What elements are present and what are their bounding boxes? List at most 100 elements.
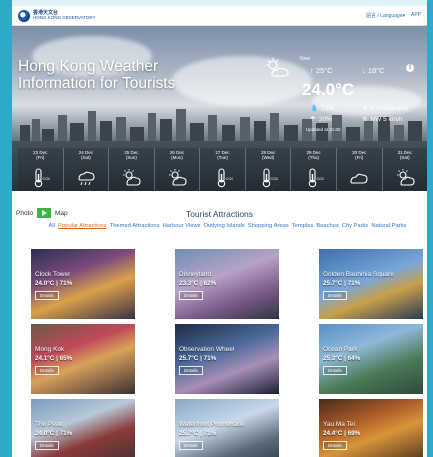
attraction-card[interactable]: Observation Wheel 25.7°C | 71% Details [175, 324, 279, 394]
wind-reading: ≋ NW 5 km/h [362, 115, 403, 124]
attraction-weather: 24.0°C | 71% [35, 280, 73, 287]
attraction-card[interactable]: Yau Ma Tei 24.4°C | 69% Details [319, 399, 423, 457]
attraction-weather: 24.4°C | 69% [323, 430, 361, 437]
forecast-temperature: 19-22°C [155, 190, 200, 191]
filter-link[interactable]: Natural Parks [371, 223, 406, 229]
observatory-logo[interactable]: 香港天文台 HONG KONG OBSERVATORY [18, 9, 96, 22]
attraction-card[interactable]: Disneyland 23.3°C | 62% Details [175, 249, 279, 319]
forecast-date: 23 Dec (Fri) [33, 150, 48, 160]
filter-link[interactable]: Shopping Areas [248, 223, 289, 229]
forecast-date: 28 Dec (Wed) [260, 150, 276, 160]
humidity-reading: 💧 71% [310, 104, 335, 113]
top-bar: 香港天文台 HONG KONG OBSERVATORY 語言 / Languag… [12, 6, 427, 26]
filter-link[interactable]: City Parks [342, 223, 368, 229]
wind-icon: ≋ [362, 116, 368, 123]
forecast-date: 25 Dec (Sun) [124, 150, 139, 160]
attraction-filters: All Popular Attractions Themed Attractions… [32, 222, 423, 230]
forecast-day: 23 Dec(Fri) COOL 17-21°C 60-85% [18, 148, 64, 191]
cloud-icon [337, 168, 382, 188]
attraction-name: Golden Bauhinia Square [323, 271, 394, 278]
attraction-name: Clock Tower [35, 271, 71, 278]
thermometer-icon: COOL [291, 168, 336, 188]
attraction-name: Observation Wheel [179, 346, 235, 353]
forecast-date: 27 Dec (Tue) [215, 150, 230, 160]
filter-link[interactable]: Beaches [316, 223, 339, 229]
rain-probability: ☂ 20% [310, 115, 332, 124]
weather-hero: Hong Kong Weather Information for Touris… [12, 26, 427, 191]
uv-sun-icon: ☀ [362, 105, 368, 112]
forecast-day: 30 Dec(Fri) 13-16°C 75-90% [336, 148, 383, 191]
forecast-day: 25 Dec(Sun) 19-22°C 70-85% [109, 148, 155, 191]
forecast-temperature: 12-15°C [246, 190, 291, 191]
forecast-date: 29 Dec (Thu) [306, 150, 321, 160]
sun-cloud-icon [109, 168, 154, 188]
forecast-temperature: 14-18°C [383, 190, 428, 191]
language-selector[interactable]: 語言 / Language▾ [366, 12, 405, 19]
attraction-weather: 24.0°C | 71% [35, 430, 73, 437]
attraction-card[interactable]: Clock Tower 24.0°C | 71% Details [31, 249, 135, 319]
forecast-date: 26 Dec (Mon) [169, 150, 185, 160]
forecast-day: 27 Dec(Tue) COOL 15-20°C 75-90% [200, 148, 246, 191]
browser-page: 香港天文台 HONG KONG OBSERVATORY 語言 / Languag… [12, 6, 427, 457]
attraction-card[interactable]: Ocean Park 25.3°C | 64% Details [319, 324, 423, 394]
attraction-weather: 25.7°C | 71% [179, 355, 217, 362]
forecast-day: 24 Dec(Sat) 18-20°C 80-95% [63, 148, 110, 191]
attraction-weather: 23.3°C | 62% [179, 280, 217, 287]
cloud-rain-icon [64, 168, 109, 188]
forecast-temperature: 18-20°C [64, 190, 109, 191]
forecast-day: 31 Dec(Sat) 14-18°C 65-85% [382, 148, 428, 191]
updated-time: Updated at 21:00 [306, 127, 341, 132]
forecast-day: 28 Dec(Wed) COLD 12-15°C 80-95% [245, 148, 292, 191]
details-button[interactable]: Details [179, 441, 203, 450]
attraction-card[interactable]: The Peak 24.0°C | 71% Details [31, 399, 135, 457]
details-button[interactable]: Details [179, 366, 203, 375]
high-temperature: ↑ 25°C [310, 66, 333, 75]
details-button[interactable]: Details [323, 441, 347, 450]
low-temperature: ↓ 18°C [362, 66, 385, 75]
forecast-day: 29 Dec(Thu) COOL 12-16°C 75-90% [291, 148, 337, 191]
background-strip-left [0, 0, 12, 457]
forecast-temperature: 13-16°C [337, 190, 382, 191]
details-button[interactable]: Details [35, 291, 59, 300]
observatory-logo-icon [18, 9, 30, 22]
svg-text:COOL: COOL [225, 176, 233, 181]
attractions-title: Tourist Attractions [185, 209, 254, 219]
attraction-name: Ocean Park [323, 346, 358, 353]
filter-link[interactable]: Temples [292, 223, 314, 229]
details-button[interactable]: Details [35, 366, 59, 375]
current-date-label: Now [300, 56, 311, 62]
filter-link[interactable]: Outlying Islands [204, 223, 245, 229]
svg-text:COOL: COOL [316, 176, 324, 181]
filter-link[interactable]: Themed Attractions [110, 223, 160, 229]
sun-cloud-icon [155, 168, 200, 188]
details-button[interactable]: Details [323, 366, 347, 375]
details-button[interactable]: Details [35, 441, 59, 450]
details-button[interactable]: Details [323, 291, 347, 300]
current-temperature: 24.0°C [302, 80, 355, 99]
forecast-date: 24 Dec (Sat) [78, 150, 93, 160]
uv-reading: ☀ 5 (moderate) [362, 104, 409, 113]
page-title: Hong Kong Weather Information for Touris… [18, 58, 176, 92]
details-button[interactable]: Details [179, 291, 203, 300]
background-strip-right [427, 0, 433, 457]
filter-link[interactable]: Harbour Views [163, 223, 201, 229]
attraction-name: Waterfront Promenade [179, 421, 245, 428]
attraction-card[interactable]: Golden Bauhinia Square 25.7°C | 71% Deta… [319, 249, 423, 319]
forecast-day: 26 Dec(Mon) 19-22°C 65-80% [154, 148, 201, 191]
filter-link[interactable]: Popular Attractions [58, 223, 107, 229]
attraction-weather: 24.1°C | 65% [35, 355, 73, 362]
forecast-temperature: 12-16°C [291, 190, 336, 191]
svg-text:COLD: COLD [271, 176, 279, 181]
info-icon[interactable]: ! [406, 64, 414, 72]
thermometer-icon: COLD [246, 168, 291, 188]
forecast-date: 30 Dec (Fri) [352, 150, 367, 160]
forecast-temperature: 19-22°C [109, 190, 154, 191]
attraction-card[interactable]: Waterfront Promenade 25.7°C | 71% Detail… [175, 399, 279, 457]
nine-day-forecast: 23 Dec(Fri) COOL 17-21°C 60-85% 24 Dec(S… [18, 148, 427, 191]
filter-link[interactable]: All [49, 223, 55, 229]
attraction-card[interactable]: Mong Kok 24.1°C | 65% Details [31, 324, 135, 394]
app-link[interactable]: APP [411, 12, 421, 19]
attraction-name: Disneyland [179, 271, 212, 278]
forecast-temperature: 15-20°C [200, 190, 245, 191]
svg-text:COOL: COOL [43, 176, 51, 181]
